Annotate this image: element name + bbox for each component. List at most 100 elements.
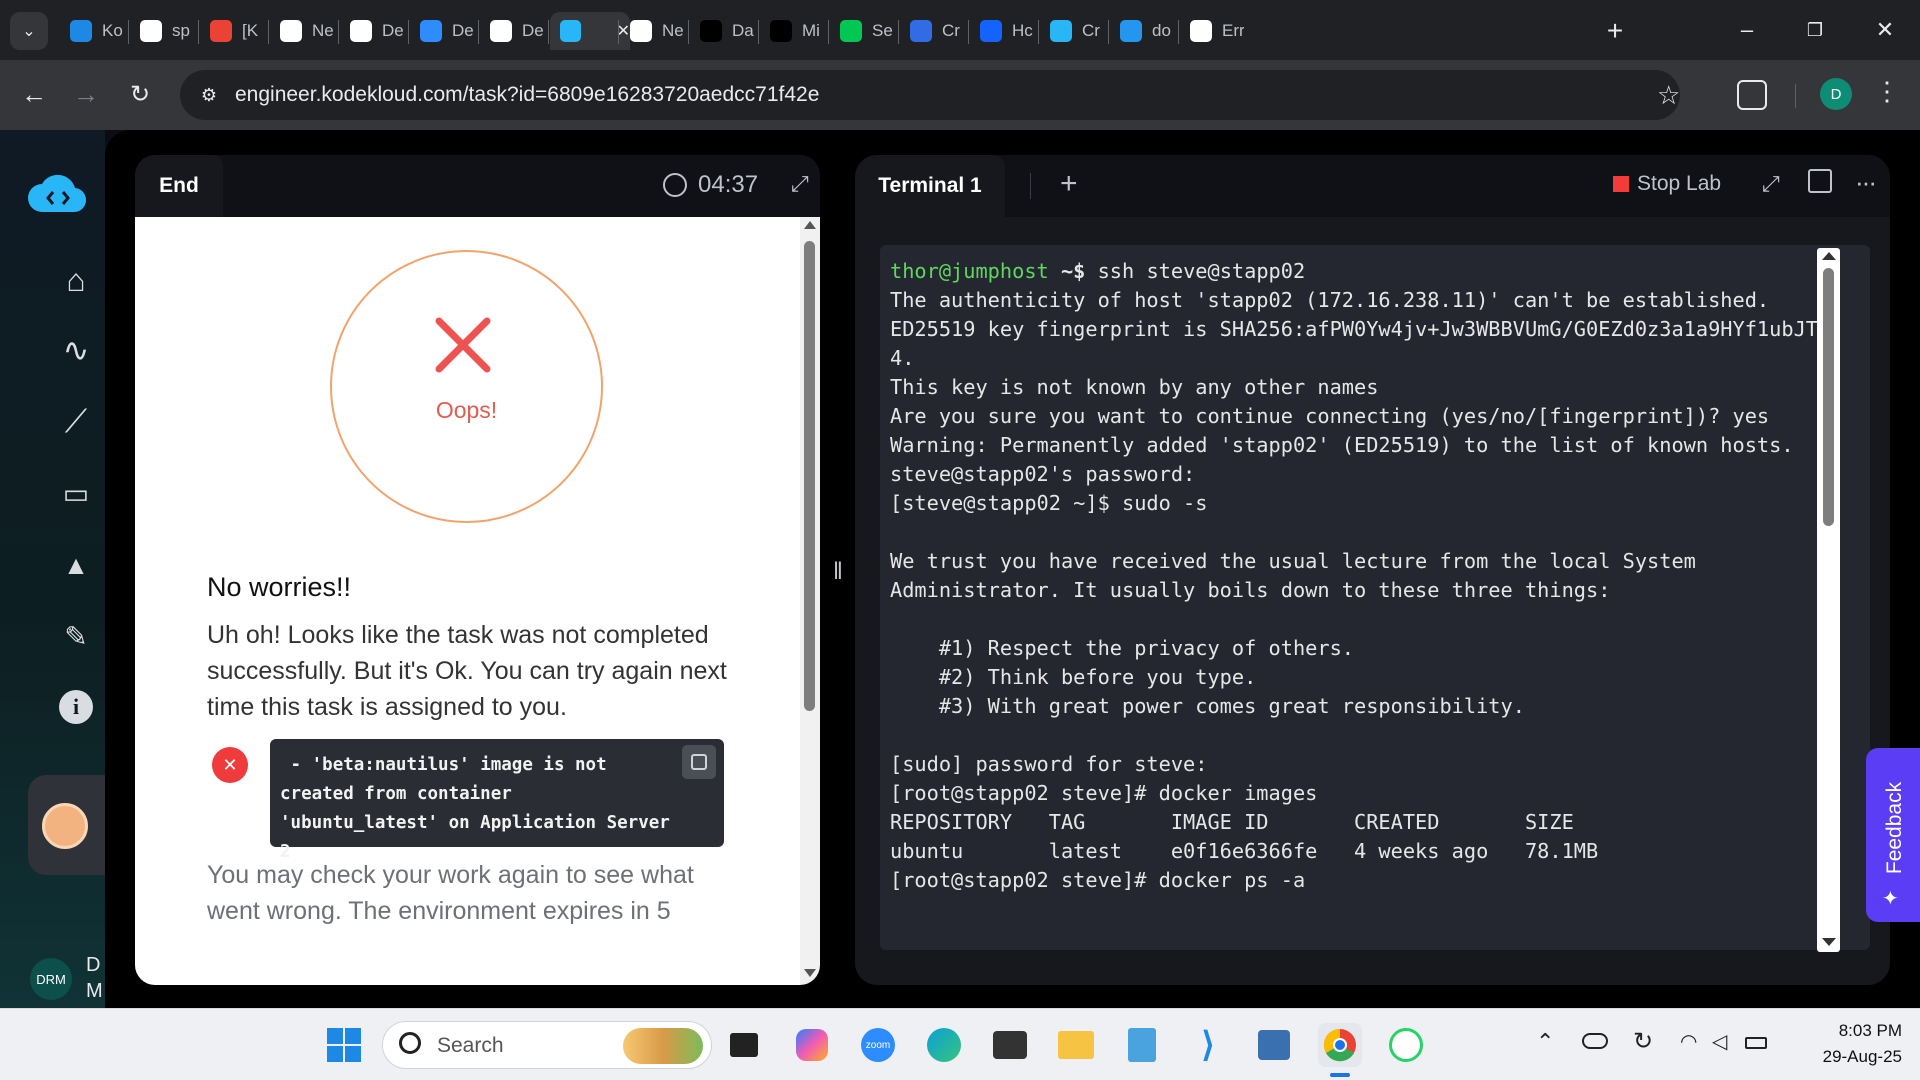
clock-time[interactable]: 8:03 PM <box>1822 1021 1902 1041</box>
timer-icon <box>663 173 687 197</box>
task-view-icon[interactable] <box>722 1023 766 1067</box>
browser-tab[interactable]: Cr <box>1040 12 1106 50</box>
browser-tab-title: Ne <box>312 21 334 40</box>
url-text[interactable]: engineer.kodekloud.com/task?id=6809e1628… <box>235 83 819 107</box>
kodekloud-icon <box>1050 20 1072 42</box>
address-bar[interactable]: ⚙ engineer.kodekloud.com/task?id=6809e16… <box>180 70 1680 120</box>
file-explorer-icon[interactable] <box>1054 1023 1098 1067</box>
zoom-app-icon[interactable]: zoom <box>856 1023 900 1067</box>
chrome-icon[interactable] <box>1318 1023 1362 1067</box>
tab-search-dropdown[interactable]: ⌄ <box>10 12 48 50</box>
browser-tab-title: Da <box>732 21 754 40</box>
copilot-icon[interactable] <box>790 1023 834 1067</box>
browser-tab[interactable]: De <box>410 12 476 50</box>
learning-path-icon[interactable]: ∿ <box>56 330 96 370</box>
profile-avatar[interactable]: D <box>1820 78 1852 110</box>
terminal-scroll-up-icon[interactable] <box>1822 252 1836 260</box>
notepad-icon[interactable] <box>1120 1023 1164 1067</box>
close-window-button[interactable]: ✕ <box>1856 8 1914 52</box>
volume-icon[interactable]: ◁ <box>1712 1029 1727 1054</box>
browser-tab[interactable]: sp <box>130 12 196 50</box>
kodekloud-logo-icon[interactable] <box>26 172 88 216</box>
scroll-up-icon[interactable] <box>804 221 816 229</box>
scroll-down-icon[interactable] <box>804 969 816 977</box>
google-icon <box>1190 20 1212 42</box>
open-new-window-icon[interactable] <box>1808 169 1832 193</box>
restore-window-button[interactable]: ❐ <box>1786 8 1844 52</box>
taskbar-search[interactable]: Search <box>382 1021 712 1069</box>
tab-terminal-1[interactable]: Terminal 1 <box>855 155 1005 217</box>
clock-date[interactable]: 29-Aug-25 <box>1802 1047 1902 1067</box>
browser-tab[interactable]: do <box>1110 12 1176 50</box>
onedrive-icon[interactable] <box>1582 1033 1608 1049</box>
vscode-icon[interactable]: ⟩ <box>1186 1023 1230 1067</box>
browser-tab[interactable]: Se <box>830 12 896 50</box>
user-initials: DRM <box>36 971 66 987</box>
more-options-icon[interactable]: ··· <box>1855 167 1877 198</box>
extensions-icon[interactable] <box>1737 80 1767 110</box>
tab-separator <box>268 20 269 44</box>
browser-tab[interactable]: Cr <box>900 12 966 50</box>
home-icon[interactable]: ⌂ <box>56 260 96 300</box>
fullscreen-icon[interactable]: ⤢ <box>1762 171 1780 197</box>
reload-button[interactable]: ↻ <box>120 74 160 114</box>
browser-menu-icon[interactable]: ⋮ <box>1874 76 1900 107</box>
left-scrollbar[interactable] <box>800 217 820 985</box>
user-name-partial: D M <box>86 954 102 1002</box>
start-button[interactable] <box>322 1023 366 1067</box>
user-avatar-card[interactable] <box>28 775 108 875</box>
browser-tab[interactable]: De <box>340 12 406 50</box>
browser-tab[interactable]: Err <box>1180 12 1246 50</box>
whatsapp-icon[interactable] <box>1384 1023 1428 1067</box>
task-panel-header: End 04:37 ⤢ <box>135 155 820 217</box>
search-placeholder: Search <box>437 1034 504 1057</box>
leaderboard-icon[interactable]: ▲ <box>56 545 96 585</box>
playground-icon[interactable]: ▭ <box>56 473 96 513</box>
tab-end[interactable]: End <box>135 155 223 217</box>
medium-icon <box>700 20 722 42</box>
minimize-window-button[interactable]: – <box>1718 8 1776 52</box>
prompt-user: thor@jumphost <box>890 259 1049 283</box>
terminal-scrollbar[interactable] <box>1817 248 1840 952</box>
browser-tab-strip: ⌄ Ko sp [K Ne De De De ✕ Ne Da Mi Se Cr Hc Cr do Err + –… <box>0 0 1920 60</box>
terminal-scroll-down-icon[interactable] <box>1822 938 1836 946</box>
browser-tab[interactable]: Mi <box>760 12 826 50</box>
browser-tab[interactable]: Ko <box>60 12 126 50</box>
error-code-box: - 'beta:nautilus' image is not created f… <box>270 739 724 862</box>
remote-desktop-icon[interactable] <box>1252 1023 1296 1067</box>
terminal-text: thor@jumphost ~$ ssh steve@stapp02 The a… <box>890 257 1835 895</box>
info-icon[interactable]: i <box>56 687 96 727</box>
notes-icon[interactable]: ✎ <box>56 616 96 656</box>
terminal-output[interactable]: thor@jumphost ~$ ssh steve@stapp02 The a… <box>880 245 1870 950</box>
browser-tab[interactable]: Da <box>690 12 756 50</box>
terminal-scroll-thumb[interactable] <box>1823 268 1834 526</box>
browser-tab[interactable]: [K <box>200 12 266 50</box>
resize-handle[interactable]: ‖ <box>833 558 843 586</box>
forward-button[interactable]: → <box>66 74 106 114</box>
expand-panel-icon[interactable]: ⤢ <box>791 171 809 197</box>
browser-tab-title: De <box>522 21 544 40</box>
scroll-thumb[interactable] <box>804 241 815 711</box>
add-terminal-button[interactable]: + <box>1060 167 1078 201</box>
bookmark-star-icon[interactable]: ☆ <box>1657 80 1680 111</box>
browser-tab[interactable]: Ne <box>270 12 336 50</box>
progress-chart-icon[interactable]: ⟋ <box>56 402 96 442</box>
edge-icon[interactable] <box>922 1023 966 1067</box>
browser-tab[interactable]: De <box>480 12 546 50</box>
show-hidden-icons[interactable]: ⌃ <box>1536 1029 1554 1055</box>
sync-icon[interactable]: ↻ <box>1633 1027 1653 1056</box>
snipping-tool-icon[interactable] <box>988 1023 1032 1067</box>
feedback-button[interactable]: Feedback ✦ <box>1866 748 1920 922</box>
back-button[interactable]: ← <box>14 74 54 114</box>
browser-tab[interactable]: Hc <box>970 12 1036 50</box>
browser-tab[interactable]: Ne <box>620 12 686 50</box>
new-tab-button[interactable]: + <box>1598 14 1632 48</box>
user-initials-badge[interactable]: DRM <box>30 958 72 1000</box>
browser-tab-title: [K <box>242 21 259 40</box>
wifi-icon[interactable]: ◠ <box>1680 1029 1697 1054</box>
battery-icon[interactable] <box>1745 1037 1767 1049</box>
docker-icon <box>1120 20 1142 42</box>
copy-icon[interactable] <box>682 745 716 779</box>
stop-lab-button[interactable]: Stop Lab <box>1613 172 1721 196</box>
site-info-icon[interactable]: ⚙ <box>197 83 221 107</box>
